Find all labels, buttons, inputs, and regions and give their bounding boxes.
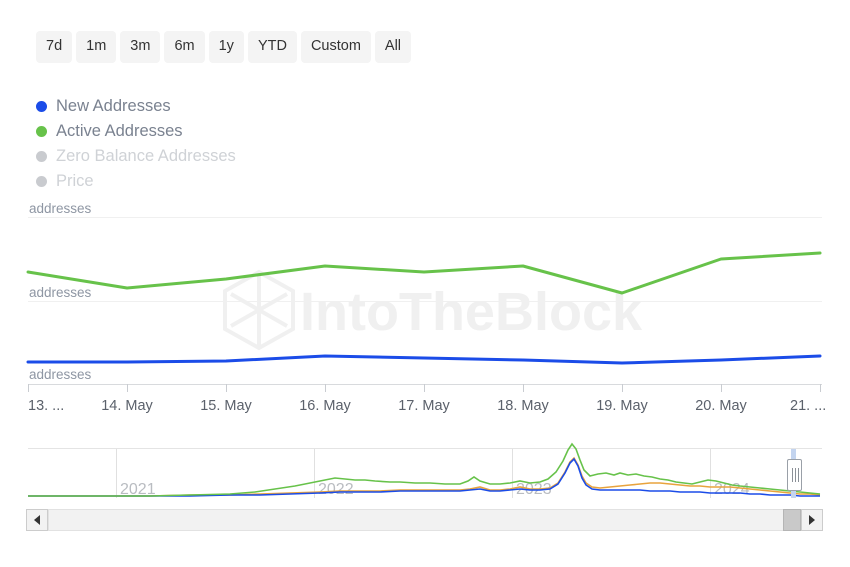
y-axis-label-2: addresses [29, 367, 92, 382]
legend-item-new-addresses[interactable]: New Addresses [36, 94, 318, 119]
navigator-scrollbar-thumb[interactable] [783, 509, 801, 531]
legend-item-price[interactable]: Price [36, 169, 318, 194]
x-axis-tick-1: 14. May [101, 398, 153, 414]
navigator-series-new-addresses [28, 457, 820, 497]
navigator-year-2023: 2023 [516, 481, 552, 498]
legend-label-zero-balance-addresses: Zero Balance Addresses [56, 147, 236, 165]
x-axis-tick-4: 17. May [398, 398, 450, 414]
range-button-1m[interactable]: 1m [76, 31, 117, 63]
y-axis-label-0: addresses [29, 201, 92, 216]
navigator-scrollbar-track[interactable] [48, 509, 801, 531]
gridlines [28, 217, 822, 302]
range-selector: 7d 1m 3m 6m 1y YTD Custom All [36, 31, 412, 63]
navigator-series-active-addresses [28, 442, 821, 497]
x-axis-tick-2: 15. May [200, 398, 252, 414]
legend-label-price: Price [56, 172, 94, 190]
x-axis [28, 384, 822, 392]
range-button-1y[interactable]: 1y [208, 31, 244, 63]
navigator-year-2021: 2021 [120, 481, 156, 498]
legend-color-dot-icon [36, 176, 47, 187]
resize-grip-icon [798, 468, 799, 482]
legend-label-active-addresses: Active Addresses [56, 122, 183, 140]
range-button-6m[interactable]: 6m [164, 31, 205, 63]
x-axis-tick-6: 19. May [596, 398, 648, 414]
chart-area: IntoTheBlock addresses addresses address… [0, 0, 850, 567]
x-axis-tick-8: 21. ... [790, 398, 826, 414]
scroll-right-button[interactable] [801, 509, 823, 531]
chart-legend: New Addresses Active Addresses Zero Bala… [36, 94, 596, 194]
arrow-left-icon [34, 515, 40, 525]
x-axis-tick-5: 18. May [497, 398, 549, 414]
y-axis-label-1: addresses [29, 285, 92, 300]
watermark-text: IntoTheBlock [300, 282, 643, 342]
scroll-left-button[interactable] [26, 509, 48, 531]
x-axis-tick-7: 20. May [695, 398, 747, 414]
navigator-right-handle[interactable] [787, 459, 802, 491]
legend-color-dot-icon [36, 151, 47, 162]
series-line-active-addresses [26, 251, 822, 295]
navigator-year-2024: 2024 [714, 481, 750, 498]
series-line-new-addresses [26, 354, 822, 365]
x-axis-tick-3: 16. May [299, 398, 351, 414]
watermark: IntoTheBlock [223, 269, 643, 351]
range-button-custom[interactable]: Custom [300, 31, 371, 63]
resize-grip-icon [792, 468, 793, 482]
legend-color-dot-icon [36, 126, 47, 137]
legend-item-active-addresses[interactable]: Active Addresses [36, 119, 318, 144]
range-button-3m[interactable]: 3m [120, 31, 161, 63]
navigator[interactable]: 2021 2022 2023 2024 [28, 442, 822, 498]
legend-item-zero-balance-addresses[interactable]: Zero Balance Addresses [36, 144, 318, 169]
range-button-7d[interactable]: 7d [36, 31, 73, 63]
navigator-series-price [28, 456, 821, 497]
range-button-all[interactable]: All [374, 31, 412, 63]
legend-label-new-addresses: New Addresses [56, 97, 171, 115]
navigator-year-2022: 2022 [318, 481, 354, 498]
legend-color-dot-icon [36, 101, 47, 112]
arrow-right-icon [809, 515, 815, 525]
range-button-ytd[interactable]: YTD [247, 31, 297, 63]
intotheblock-hexagon-logo-icon [223, 269, 295, 351]
resize-grip-icon [795, 468, 796, 482]
x-axis-tick-0: 13. ... [28, 398, 64, 414]
